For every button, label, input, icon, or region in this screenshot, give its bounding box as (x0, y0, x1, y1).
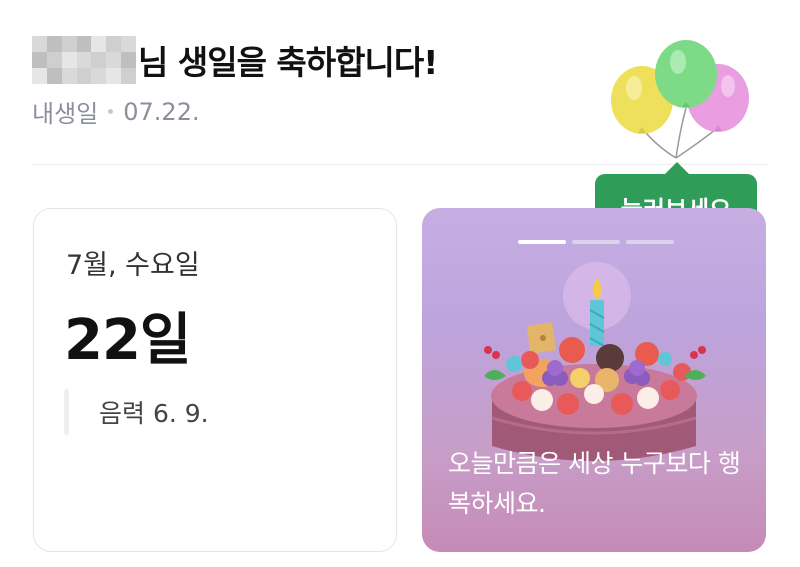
date-card: 7월, 수요일 22일 음력 6. 9. (33, 208, 397, 552)
lunar-bar (64, 389, 69, 435)
birthday-subtitle: 내생일 07.22. (32, 94, 200, 129)
birthday-message: 오늘만큼은 세상 누구보다 행복하세요. (448, 449, 741, 518)
day-number: 22일 (64, 308, 191, 373)
lunar-text: 음력 6. 9. (99, 399, 209, 428)
page-title: 님 생일을 축하합니다! (32, 32, 438, 88)
title-text: 님 생일을 축하합니다! (138, 43, 438, 82)
separator-dot (108, 109, 114, 114)
balloons-icon[interactable] (600, 30, 760, 170)
subtitle-label: 내생일 (32, 100, 99, 128)
subtitle-date: 07.22. (123, 97, 200, 126)
lunar-date: 음력 6. 9. (64, 389, 209, 435)
month-weekday: 7월, 수요일 (66, 250, 200, 281)
blurred-user-name (32, 36, 136, 84)
birthday-story-card[interactable]: 오늘만큼은 세상 누구보다 행복하세요. (422, 208, 766, 552)
